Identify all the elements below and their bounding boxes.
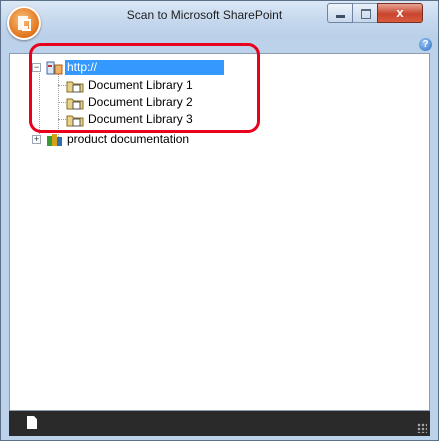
window-title: Scan to Microsoft SharePoint [126, 8, 283, 22]
close-icon: x [396, 5, 404, 20]
product-documentation-label: product documentation [67, 132, 190, 146]
expand-icon[interactable]: + [32, 135, 41, 144]
resize-grip-icon[interactable] [417, 423, 427, 433]
new-document-icon[interactable] [27, 416, 37, 429]
close-button[interactable]: x [377, 3, 423, 23]
annotation-highlight-box [29, 43, 260, 133]
minimize-button[interactable] [327, 3, 353, 23]
status-bar [9, 411, 430, 436]
maximize-button[interactable] [352, 3, 378, 23]
tree-node-product-documentation[interactable]: + product documentation [32, 132, 232, 148]
app-window: Scan to Microsoft SharePoint x ? − http:… [0, 0, 439, 441]
minimize-icon [336, 15, 345, 18]
help-button[interactable]: ? [419, 38, 432, 51]
title-bar[interactable]: Scan to Microsoft SharePoint x [1, 1, 438, 40]
sharepoint-site-icon [47, 134, 62, 146]
maximize-icon [361, 9, 371, 19]
